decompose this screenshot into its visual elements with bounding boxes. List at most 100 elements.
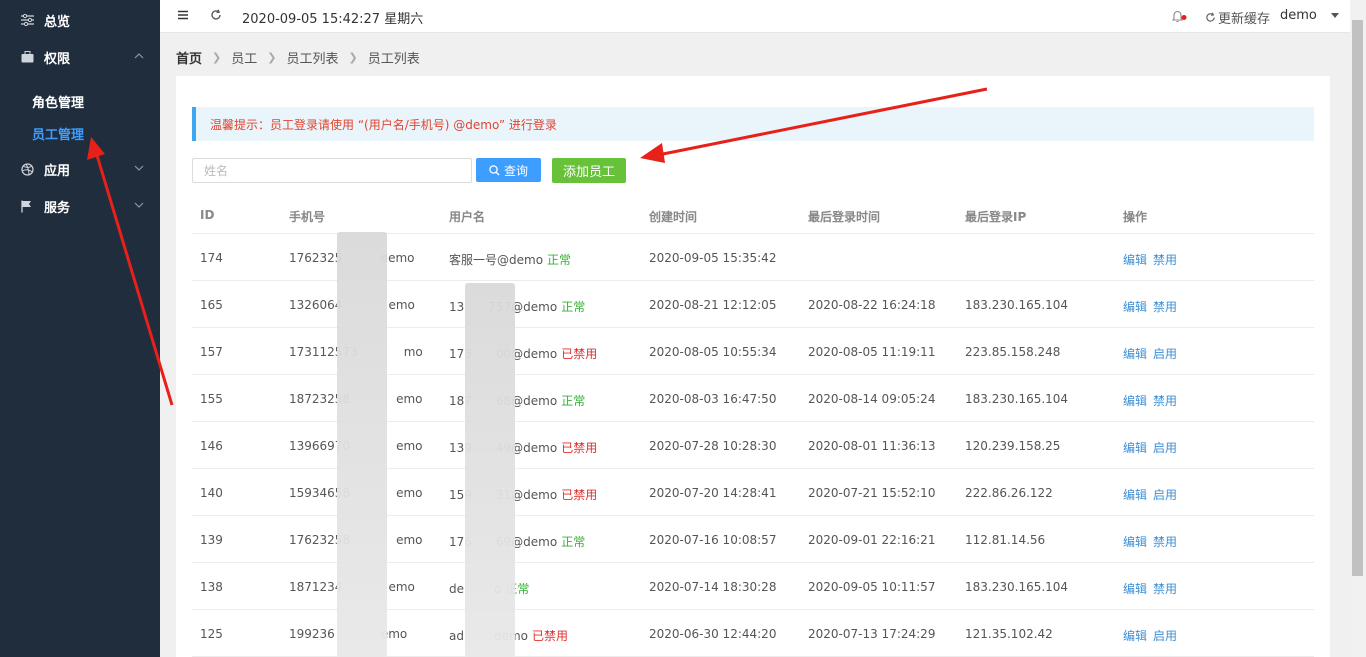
edit-link[interactable]: 编辑 bbox=[1123, 347, 1147, 361]
edit-link[interactable]: 编辑 bbox=[1123, 441, 1147, 455]
cell-actions: 编辑 启用 bbox=[1123, 486, 1183, 503]
phone-suffix: emo bbox=[396, 439, 423, 453]
sidebar-item-staff-management[interactable]: 员工管理 bbox=[32, 122, 84, 144]
phone-suffix: emo bbox=[396, 392, 423, 406]
current-datetime: 2020-09-05 15:42:27 星期六 bbox=[242, 12, 424, 27]
status-badge: 已禁用 bbox=[561, 441, 598, 455]
status-badge: 正常 bbox=[547, 253, 572, 267]
redaction-mask bbox=[465, 283, 515, 657]
status-badge: 正常 bbox=[561, 300, 586, 314]
nav-item-label: 应用 bbox=[44, 163, 71, 179]
menu-icon[interactable] bbox=[178, 10, 188, 20]
nav-item-permissions[interactable]: 权限 bbox=[0, 42, 160, 72]
toggle-status-link[interactable]: 启用 bbox=[1153, 347, 1177, 361]
caret-down-icon bbox=[1330, 13, 1339, 18]
briefcase-icon bbox=[20, 50, 34, 64]
dribbble-icon bbox=[20, 162, 34, 176]
toggle-status-link[interactable]: 启用 bbox=[1153, 488, 1177, 502]
username: demo bbox=[1280, 8, 1317, 23]
nav-item-label: 总览 bbox=[44, 14, 71, 30]
cell-last-login: 2020-08-05 11:19:11 bbox=[808, 345, 936, 359]
cell-id: 139 bbox=[200, 533, 223, 547]
toggle-status-link[interactable]: 禁用 bbox=[1153, 535, 1177, 549]
nav-item-services[interactable]: 服务 bbox=[0, 191, 160, 221]
status-badge: 已禁用 bbox=[561, 488, 598, 502]
breadcrumb-home[interactable]: 首页 bbox=[176, 48, 202, 67]
edit-link[interactable]: 编辑 bbox=[1123, 253, 1147, 267]
cell-created: 2020-08-05 10:55:34 bbox=[649, 345, 777, 359]
toggle-status-link[interactable]: 禁用 bbox=[1153, 394, 1177, 408]
cell-ip: 223.85.158.248 bbox=[965, 345, 1061, 359]
column-header: 手机号 bbox=[289, 210, 326, 224]
phone-prefix: 1762325 bbox=[289, 251, 343, 265]
toggle-status-link[interactable]: 启用 bbox=[1153, 629, 1177, 643]
name-search-input[interactable] bbox=[192, 158, 472, 183]
breadcrumb-staff-list[interactable]: 员工列表 bbox=[286, 48, 338, 67]
sidebar-item-role-management[interactable]: 角色管理 bbox=[32, 90, 84, 112]
cell-last-login: 2020-07-13 17:24:29 bbox=[808, 627, 936, 641]
cell-ip: 183.230.165.104 bbox=[965, 298, 1069, 312]
breadcrumb-staff[interactable]: 员工 bbox=[231, 48, 257, 67]
cell-last-login: 2020-08-01 11:36:13 bbox=[808, 439, 936, 453]
cell-last-login: 2020-09-01 22:16:21 bbox=[808, 533, 936, 547]
page-scrollbar[interactable] bbox=[1350, 0, 1366, 657]
chevron-up-icon bbox=[134, 53, 144, 59]
flag-icon bbox=[20, 199, 34, 213]
toggle-status-link[interactable]: 启用 bbox=[1153, 441, 1177, 455]
cell-created: 2020-08-21 12:12:05 bbox=[649, 298, 777, 312]
edit-link[interactable]: 编辑 bbox=[1123, 582, 1147, 596]
cell-id: 155 bbox=[200, 392, 223, 406]
add-staff-button[interactable]: 添加员工 bbox=[552, 158, 626, 183]
nav-item-applications[interactable]: 应用 bbox=[0, 154, 160, 184]
chevron-right-icon: ❯ bbox=[267, 51, 277, 64]
sidebar: 总览 权限 角色管理 员工管理 应用 服务 bbox=[0, 0, 160, 657]
nav-item-overview[interactable]: 总览 bbox=[0, 5, 160, 35]
edit-link[interactable]: 编辑 bbox=[1123, 300, 1147, 314]
edit-link[interactable]: 编辑 bbox=[1123, 629, 1147, 643]
query-button[interactable]: 查询 bbox=[476, 158, 541, 182]
status-badge: 正常 bbox=[561, 535, 586, 549]
cell-actions: 编辑 禁用 bbox=[1123, 392, 1183, 409]
phone-prefix: 199236 bbox=[289, 627, 335, 641]
phone-suffix: emo bbox=[388, 298, 415, 312]
cell-created: 2020-08-03 16:47:50 bbox=[649, 392, 777, 406]
cell-ip: 222.86.26.122 bbox=[965, 486, 1053, 500]
cell-username: 客服一号@demo 正常 bbox=[449, 251, 571, 268]
cell-ip: 112.81.14.56 bbox=[965, 533, 1046, 547]
toggle-status-link[interactable]: 禁用 bbox=[1153, 582, 1177, 596]
chevron-right-icon: ❯ bbox=[348, 51, 358, 64]
refresh-icon[interactable] bbox=[210, 9, 222, 21]
cell-id: 140 bbox=[200, 486, 223, 500]
column-header: 创建时间 bbox=[649, 210, 698, 224]
update-cache-label: 更新缓存 bbox=[1218, 12, 1271, 27]
search-icon bbox=[489, 164, 500, 175]
cell-actions: 编辑 禁用 bbox=[1123, 298, 1183, 315]
cell-actions: 编辑 启用 bbox=[1123, 627, 1183, 644]
breadcrumb-current: 员工列表 bbox=[367, 52, 420, 67]
toggle-status-link[interactable]: 禁用 bbox=[1153, 253, 1177, 267]
cell-actions: 编辑 禁用 bbox=[1123, 533, 1183, 550]
edit-link[interactable]: 编辑 bbox=[1123, 488, 1147, 502]
cell-id: 174 bbox=[200, 251, 223, 265]
column-header: 操作 bbox=[1123, 210, 1148, 224]
toggle-status-link[interactable]: 禁用 bbox=[1153, 300, 1177, 314]
cell-actions: 编辑 启用 bbox=[1123, 439, 1183, 456]
column-header: 最后登录IP bbox=[965, 210, 1027, 224]
nav-item-label: 权限 bbox=[44, 51, 71, 67]
nav-item-label: 服务 bbox=[44, 200, 71, 216]
phone-suffix: emo bbox=[388, 580, 415, 594]
bell-icon[interactable] bbox=[1171, 9, 1187, 23]
status-badge: 已禁用 bbox=[561, 347, 598, 361]
user-menu[interactable]: demo bbox=[1280, 8, 1339, 23]
phone-prefix: 1871234 bbox=[289, 580, 343, 594]
column-header: ID bbox=[200, 208, 215, 222]
edit-link[interactable]: 编辑 bbox=[1123, 535, 1147, 549]
edit-link[interactable]: 编辑 bbox=[1123, 394, 1147, 408]
chevron-down-icon bbox=[134, 202, 144, 208]
scrollbar-thumb[interactable] bbox=[1352, 20, 1363, 576]
redaction-mask bbox=[337, 232, 387, 657]
update-cache-button[interactable]: 更新缓存 bbox=[1205, 8, 1270, 27]
status-badge: 正常 bbox=[561, 394, 586, 408]
cell-last-login: 2020-09-05 10:11:57 bbox=[808, 580, 936, 594]
column-header: 最后登录时间 bbox=[808, 210, 881, 224]
